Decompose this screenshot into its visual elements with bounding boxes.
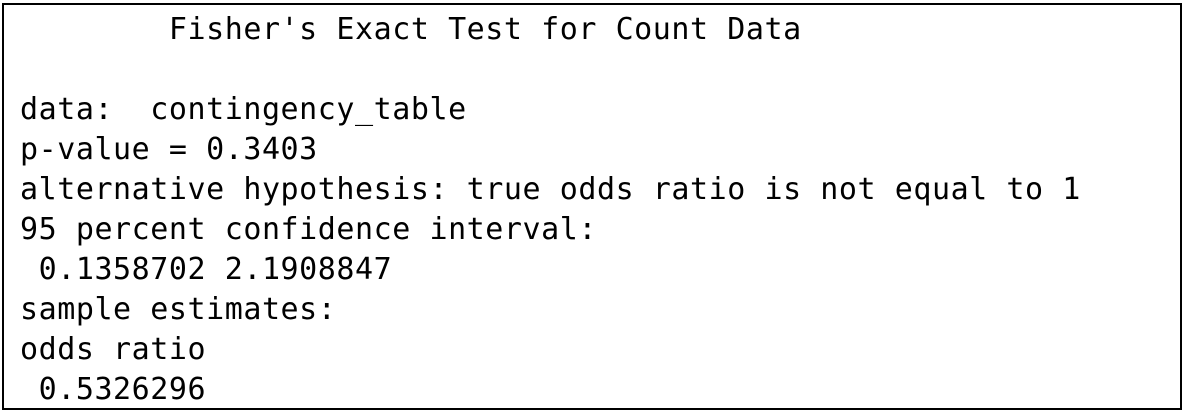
test-output-box: Fisher's Exact Test for Count Data data:… <box>2 3 1182 410</box>
estimate-value: 0.5326296 <box>20 372 207 407</box>
p-value-line: p-value = 0.3403 <box>20 132 318 167</box>
data-line: data: contingency_table <box>20 92 467 127</box>
test-title: Fisher's Exact Test for Count Data <box>20 12 802 47</box>
alternative-hypothesis-line: alternative hypothesis: true odds ratio … <box>20 172 1081 207</box>
estimate-name: odds ratio <box>20 332 207 367</box>
confidence-interval-label: 95 percent confidence interval: <box>20 212 597 247</box>
confidence-interval-values: 0.1358702 2.1908847 <box>20 252 393 287</box>
sample-estimates-label: sample estimates: <box>20 292 337 327</box>
